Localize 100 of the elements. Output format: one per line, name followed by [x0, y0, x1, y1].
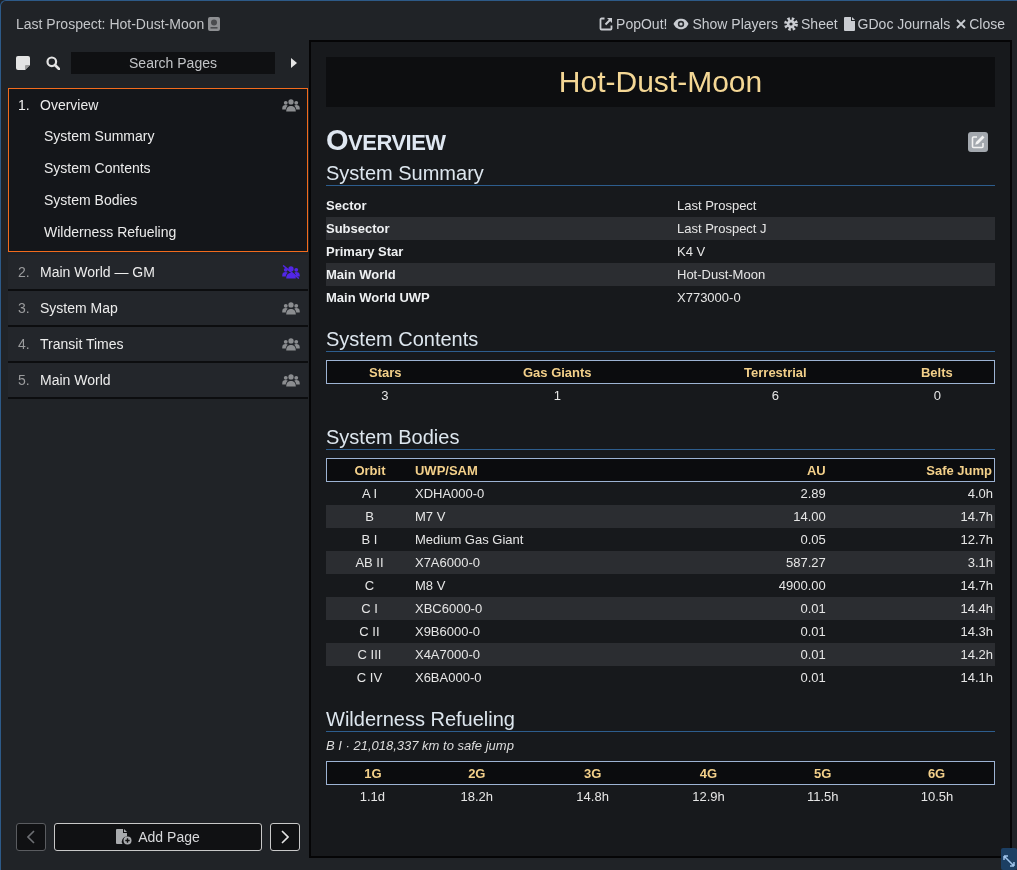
note-icon[interactable] — [16, 56, 30, 70]
table-cell: 14.4h — [827, 597, 995, 620]
users-icon[interactable] — [282, 373, 300, 387]
table-cell-text: 11.5h — [805, 788, 840, 806]
close-icon — [956, 18, 967, 29]
page-title[interactable]: Overview — [40, 96, 282, 113]
section-heading: System Bodies — [326, 426, 995, 450]
next-button[interactable] — [270, 823, 300, 851]
page-title[interactable]: System Map — [40, 300, 282, 316]
book-icon — [208, 16, 221, 31]
column-header: 5G — [766, 761, 880, 785]
previous-button[interactable] — [16, 823, 46, 851]
field-label: Subsector — [326, 221, 391, 236]
table-cell-text: 2.89 — [799, 485, 827, 503]
table-cell: X4A7000-0 — [412, 643, 661, 666]
document-icon — [843, 16, 855, 31]
table-cell: 14.00 — [660, 505, 828, 528]
close-button[interactable]: Close — [956, 15, 1005, 32]
table-cell-text: 14.7h — [959, 577, 994, 595]
table-cell: 14.7h — [827, 505, 995, 528]
table-cell-text: C II — [358, 623, 381, 641]
search-field[interactable]: Search Pages — [71, 52, 275, 74]
table-cell-text: Medium Gas Giant — [413, 531, 525, 549]
table-cell-text: 14.8h — [575, 788, 610, 806]
table-cell-text: C — [363, 577, 376, 595]
field-value: K4 V — [677, 244, 707, 259]
section-heading: System Contents — [326, 328, 995, 352]
section-heading: System Summary — [326, 162, 995, 186]
table-cell-text: 14.3h — [959, 623, 994, 641]
table-cell-text: 1 — [552, 387, 562, 405]
table-cell-text: 0.01 — [799, 669, 827, 687]
table-cell: B — [326, 505, 413, 528]
table-cell-text: XDHA000-0 — [413, 485, 486, 503]
column-header: 4G — [650, 761, 767, 785]
field-label: Main World — [326, 267, 397, 282]
table-cell: 587.27 — [660, 551, 828, 574]
table-cell: 3.1h — [827, 551, 995, 574]
column-header: Orbit — [326, 458, 413, 482]
table-cell-text: 0.01 — [799, 623, 827, 641]
page-title[interactable]: Main World — GM — [40, 264, 282, 280]
table-cell-text: M8 V — [413, 577, 447, 595]
users-icon[interactable] — [282, 337, 300, 351]
chevron-left-icon — [27, 830, 35, 844]
add-page-button[interactable]: Add Page — [54, 823, 262, 851]
column-header: 1G — [326, 761, 419, 785]
table-cell: 14.2h — [827, 643, 995, 666]
table-cell-text: 0.05 — [799, 531, 827, 549]
table-cell-text: 12.7h — [959, 531, 994, 549]
subpage-link[interactable]: Wilderness Refueling — [9, 216, 307, 251]
file-plus-icon — [116, 829, 133, 845]
page-number: 4. — [18, 336, 31, 352]
show-players-button[interactable]: Show Players — [673, 15, 778, 32]
eye-icon — [673, 17, 690, 30]
caret-icon[interactable] — [291, 58, 297, 68]
column-header: Safe Jump — [827, 458, 995, 482]
journals-button[interactable]: GDoc Journals — [843, 15, 951, 32]
external-link-icon — [599, 16, 614, 31]
page-number: 5. — [18, 372, 31, 388]
table-cell-text: X6BA000-0 — [413, 669, 483, 687]
subpage-link[interactable]: System Bodies — [9, 184, 307, 216]
users-icon[interactable] — [282, 97, 300, 112]
subpage-link[interactable]: System Summary — [9, 120, 307, 152]
page-heading: OVERVIEW — [326, 125, 446, 158]
field-value: X773000-0 — [677, 290, 742, 305]
chevron-right-icon — [281, 830, 289, 844]
table-cell-text: 1.1d — [358, 788, 387, 806]
table-cell: M7 V — [412, 505, 661, 528]
table-cell: XBC6000-0 — [412, 597, 661, 620]
table-cell-text: 3 — [380, 387, 390, 405]
table-cell: AB II — [326, 551, 413, 574]
table-cell-text: C IV — [355, 669, 384, 687]
subpage-link[interactable]: System Contents — [9, 152, 307, 184]
column-header: Belts — [879, 360, 995, 384]
resize-handle-icon[interactable] — [1001, 848, 1017, 870]
column-header: Terrestrial — [671, 360, 880, 384]
window-title: Last Prospect: Hot-Dust-Moon — [16, 15, 205, 32]
field-value: Last Prospect J — [677, 221, 768, 236]
popout-button[interactable]: PopOut! — [599, 15, 668, 32]
field-label: Primary Star — [326, 244, 405, 259]
gear-icon — [784, 16, 798, 31]
search-icon[interactable] — [46, 56, 60, 70]
edit-icon[interactable] — [968, 131, 988, 152]
section-heading: Wilderness Refueling — [326, 708, 995, 732]
page-title[interactable]: Main World — [40, 372, 282, 388]
section-note: B I · 21,018,337 km to safe jump — [326, 738, 515, 753]
table-cell-text: 4.0h — [966, 485, 994, 503]
page-number: 1. — [18, 96, 31, 113]
page-title[interactable]: Transit Times — [40, 336, 282, 352]
table-cell-text: A I — [360, 485, 379, 503]
column-header: Gas Giants — [443, 360, 672, 384]
field-label: Sector — [326, 198, 368, 213]
column-header: 3G — [534, 761, 651, 785]
users-icon[interactable] — [282, 301, 300, 315]
column-header: UWP/SAM — [412, 458, 661, 482]
sheet-button[interactable]: Sheet — [784, 15, 838, 32]
page-title: Hot-Dust-Moon — [326, 57, 995, 107]
column-header: Stars — [326, 360, 444, 384]
table-cell-text: 12.9h — [691, 788, 726, 806]
table-cell: C III — [326, 643, 413, 666]
column-header: 2G — [418, 761, 535, 785]
